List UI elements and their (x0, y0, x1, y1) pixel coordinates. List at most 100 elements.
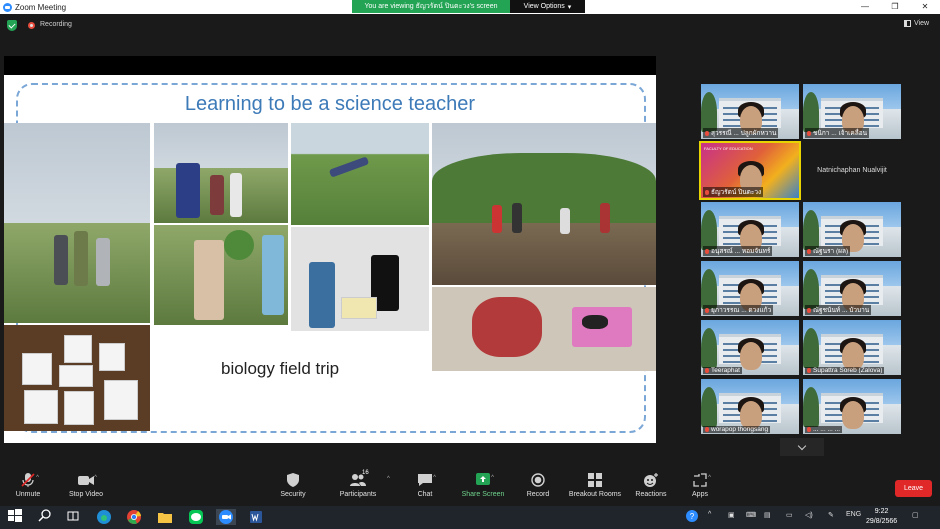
view-button[interactable]: View (904, 20, 929, 27)
participant-name: Supattra Soreb (Zalova) (813, 367, 883, 374)
participant-name-tag: worapop thongsang (703, 426, 771, 433)
notifications-icon[interactable]: ▢ (912, 511, 919, 519)
video-camera-icon: ^ (77, 472, 97, 488)
background-tree (803, 92, 819, 132)
participant-name: worapop thongsang (711, 426, 769, 433)
participant-tile[interactable]: ณัฐชนันท์ ... บัวบาน (803, 261, 901, 316)
participant-tile[interactable]: Teeraphat (701, 320, 799, 375)
participant-tile[interactable]: Natnichaphan Nualvijit (803, 143, 901, 198)
smiley-plus-icon (642, 472, 660, 488)
chat-label: Chat (417, 491, 433, 498)
word-app-icon[interactable] (248, 509, 264, 525)
tray-keyboard-icon[interactable]: ⌨ (746, 511, 756, 519)
pen-icon[interactable]: ✎ (828, 511, 834, 519)
participant-name: ธัญวรัตน์ ปินตะวง (711, 189, 762, 196)
chevron-down-icon (797, 441, 807, 450)
language-indicator[interactable]: ENG (846, 511, 861, 518)
participant-name-tag: สุวรรณี ... ปลูกผักหวาน (703, 128, 779, 138)
stop-video-label: Stop Video (68, 491, 104, 498)
participant-name: ณัฐชนันท์ ... บัวบาน (813, 307, 870, 314)
volume-icon[interactable]: ◁) (805, 511, 813, 519)
security-button[interactable]: Security (265, 472, 321, 498)
caret-icon[interactable]: ^ (36, 475, 39, 481)
caret-icon[interactable]: ^ (433, 475, 436, 481)
participant-tile[interactable]: ... ... ... ... (803, 379, 901, 434)
caret-icon[interactable]: ^ (491, 475, 494, 481)
help-icon[interactable]: ? (685, 509, 701, 525)
windows-start-icon[interactable] (8, 509, 24, 525)
microphone-muted-icon (705, 427, 709, 432)
slide-caption: biology field trip (221, 359, 340, 378)
breakout-rooms-label: Breakout Rooms (568, 491, 622, 498)
participants-button[interactable]: 16 Participants (330, 470, 386, 498)
unmute-label: Unmute (15, 491, 41, 498)
photo-dissection (432, 287, 656, 371)
window-controls: — ❐ ✕ (850, 0, 940, 14)
participant-tile[interactable]: สุวรรณี ... ปลูกผักหวาน (701, 84, 799, 139)
apps-icon: ^ (691, 472, 711, 488)
participant-name-tag: ยุภาวรรณ ... ดวงแก้ว (703, 305, 774, 315)
network-icon[interactable]: ▭ (786, 511, 793, 519)
task-view-icon[interactable] (66, 509, 82, 525)
participants-caret-icon[interactable]: ^ (387, 476, 390, 482)
microphone-muted-icon (705, 307, 709, 313)
meeting-info-bar (0, 14, 940, 38)
close-button[interactable]: ✕ (910, 0, 940, 14)
tray-device-icon[interactable]: ▣ (728, 511, 735, 519)
apps-button[interactable]: ^ Apps (672, 472, 728, 498)
tray-chevron-up-icon[interactable]: ^ (708, 511, 711, 518)
file-explorer-icon[interactable] (157, 509, 173, 525)
share-screen-button[interactable]: ^ Share Screen (455, 472, 511, 498)
gallery-next-page-button[interactable] (780, 438, 824, 456)
recording-label: Recording (40, 21, 72, 28)
microphone-muted-icon (705, 248, 709, 254)
window-title: Zoom Meeting (15, 2, 67, 12)
reactions-label: Reactions (635, 491, 667, 498)
background-tree (701, 210, 717, 250)
presentation-slide: Learning to be a science teacher biology… (4, 75, 656, 443)
participant-tile[interactable]: อนุสรณ์ ... หอมจันทร์ (701, 202, 799, 257)
line-app-icon[interactable] (188, 509, 204, 525)
tray-app-icon[interactable]: ▤ (764, 511, 771, 519)
view-options-button[interactable]: View Options ▾ (510, 0, 585, 13)
unmute-button[interactable]: ^ Unmute (0, 472, 56, 498)
participant-name-tag: ณัฐนรา (ผล) (805, 246, 851, 256)
minimize-button[interactable]: — (850, 0, 880, 14)
background-tree (803, 328, 819, 368)
clock-time: 9:22 (874, 508, 889, 515)
zoom-window: Zoom Meeting You are viewing ธัญวรัตน์ ป… (0, 0, 940, 529)
chat-button[interactable]: ^ Chat (397, 472, 453, 498)
caret-icon[interactable]: ^ (708, 475, 711, 481)
record-button[interactable]: Record (510, 472, 566, 498)
zoom-app-icon[interactable] (216, 509, 236, 525)
search-icon[interactable] (38, 509, 54, 525)
breakout-rooms-button[interactable]: Breakout Rooms (565, 472, 625, 498)
participant-name-tag: Teeraphat (703, 367, 742, 374)
chrome-browser-icon[interactable] (126, 509, 142, 525)
participant-tile[interactable]: FACULTY OF EDUCATION ธัญวรัตน์ ปินตะวง (699, 141, 801, 200)
background-tree (701, 328, 717, 368)
participant-tile[interactable]: Supattra Soreb (Zalova) (803, 320, 901, 375)
taskbar-clock[interactable]: 9:22 29/8/2566 (866, 507, 897, 527)
restore-button[interactable]: ❐ (880, 0, 910, 14)
participant-tile[interactable]: worapop thongsang (701, 379, 799, 434)
participant-tile[interactable]: ชนิกา ... เจ้าเคลื่อน (803, 84, 901, 139)
slide-title: Learning to be a science teacher (184, 93, 476, 115)
edge-browser-icon[interactable] (96, 509, 112, 525)
security-label: Security (280, 491, 306, 498)
view-layout-icon (904, 20, 911, 27)
stop-video-button[interactable]: ^ Stop Video (58, 472, 114, 498)
participant-name: สุวรรณี ... ปลูกผักหวาน (711, 130, 777, 137)
leave-button[interactable]: Leave (895, 480, 932, 497)
reactions-button[interactable]: Reactions (623, 472, 679, 498)
participant-tile[interactable]: ณัฐนรา (ผล) (803, 202, 901, 257)
microphone-muted-icon (705, 189, 709, 195)
participant-tile[interactable]: ยุภาวรรณ ... ดวงแก้ว (701, 261, 799, 316)
participant-name-tag: ณัฐชนันท์ ... บัวบาน (805, 305, 872, 315)
breakout-rooms-icon (586, 472, 604, 488)
background-tree (701, 387, 717, 427)
recording-icon (28, 22, 35, 29)
caret-icon[interactable]: ^ (94, 475, 97, 481)
encryption-shield-icon[interactable] (7, 20, 17, 31)
participant-face (740, 342, 762, 370)
